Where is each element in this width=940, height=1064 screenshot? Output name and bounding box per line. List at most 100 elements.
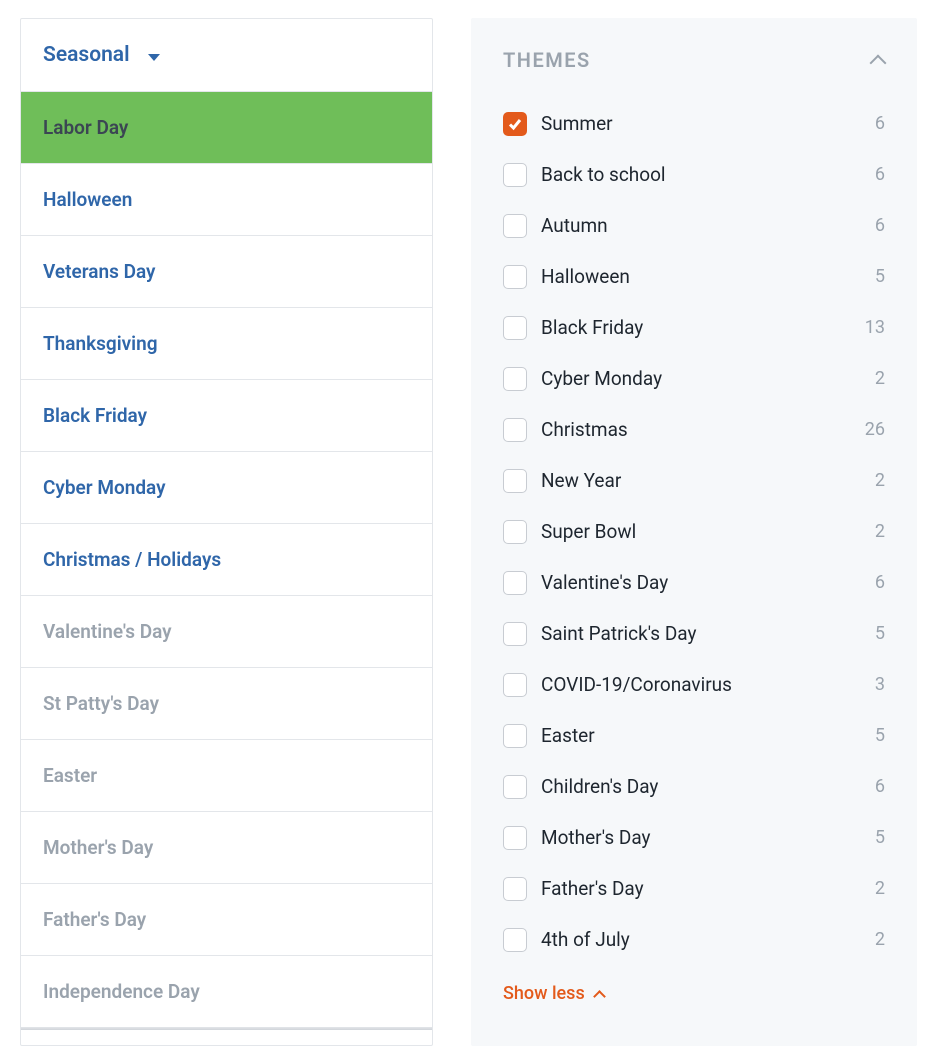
seasonal-item-label: St Patty's Day xyxy=(43,692,159,715)
seasonal-item[interactable]: Thanksgiving xyxy=(21,307,432,379)
theme-label: Children's Day xyxy=(541,775,859,798)
theme-count: 5 xyxy=(859,623,885,644)
theme-count: 6 xyxy=(859,776,885,797)
theme-label: Halloween xyxy=(541,265,859,288)
theme-label: Super Bowl xyxy=(541,520,859,543)
seasonal-item[interactable]: Valentine's Day xyxy=(21,595,432,667)
theme-checkbox[interactable] xyxy=(503,418,527,442)
theme-label: Valentine's Day xyxy=(541,571,859,594)
theme-checkbox[interactable] xyxy=(503,316,527,340)
theme-item[interactable]: New Year2 xyxy=(503,455,885,506)
seasonal-item-label: Black Friday xyxy=(43,404,147,427)
seasonal-item[interactable]: Halloween xyxy=(21,163,432,235)
theme-count: 6 xyxy=(859,164,885,185)
themes-panel: THEMES Summer6Back to school6Autumn6Hall… xyxy=(471,18,917,1046)
seasonal-item[interactable]: Cyber Monday xyxy=(21,451,432,523)
theme-count: 5 xyxy=(859,266,885,287)
theme-checkbox[interactable] xyxy=(503,673,527,697)
theme-label: 4th of July xyxy=(541,928,859,951)
seasonal-item-label: Father's Day xyxy=(43,908,146,931)
theme-item[interactable]: Mother's Day5 xyxy=(503,812,885,863)
seasonal-item-label: Mother's Day xyxy=(43,836,153,859)
seasonal-item[interactable]: Father's Day xyxy=(21,883,432,955)
theme-item[interactable]: 4th of July2 xyxy=(503,914,885,965)
seasonal-item[interactable]: Christmas / Holidays xyxy=(21,523,432,595)
theme-checkbox[interactable] xyxy=(503,520,527,544)
theme-label: COVID-19/Coronavirus xyxy=(541,673,859,696)
seasonal-item[interactable]: Independence Day xyxy=(21,955,432,1027)
theme-checkbox[interactable] xyxy=(503,622,527,646)
show-less-button[interactable]: Show less xyxy=(503,983,885,1004)
theme-checkbox[interactable] xyxy=(503,469,527,493)
theme-item[interactable]: Children's Day6 xyxy=(503,761,885,812)
theme-label: Mother's Day xyxy=(541,826,859,849)
theme-label: Father's Day xyxy=(541,877,859,900)
seasonal-item[interactable]: Easter xyxy=(21,739,432,811)
seasonal-item-label: Independence Day xyxy=(43,980,200,1003)
seasonal-item[interactable]: Black Friday xyxy=(21,379,432,451)
theme-count: 2 xyxy=(859,929,885,950)
seasonal-item-label: Labor Day xyxy=(43,116,128,139)
theme-checkbox[interactable] xyxy=(503,112,527,136)
theme-checkbox[interactable] xyxy=(503,214,527,238)
theme-label: Black Friday xyxy=(541,316,859,339)
theme-checkbox[interactable] xyxy=(503,877,527,901)
chevron-up-icon xyxy=(871,53,885,67)
themes-title: THEMES xyxy=(503,48,591,72)
theme-item[interactable]: Black Friday13 xyxy=(503,302,885,353)
theme-count: 5 xyxy=(859,725,885,746)
seasonal-item-label: Halloween xyxy=(43,188,132,211)
caret-down-icon xyxy=(148,54,160,61)
theme-checkbox[interactable] xyxy=(503,826,527,850)
seasonal-item-label: Easter xyxy=(43,764,97,787)
seasonal-panel: Seasonal Labor Day Halloween Veterans Day T… xyxy=(20,18,433,1046)
theme-count: 6 xyxy=(859,572,885,593)
theme-checkbox[interactable] xyxy=(503,775,527,799)
theme-item[interactable]: Father's Day2 xyxy=(503,863,885,914)
theme-checkbox[interactable] xyxy=(503,928,527,952)
seasonal-item[interactable]: Veterans Day xyxy=(21,235,432,307)
theme-checkbox[interactable] xyxy=(503,163,527,187)
theme-count: 3 xyxy=(859,674,885,695)
seasonal-item-label: Cyber Monday xyxy=(43,476,166,499)
theme-label: Back to school xyxy=(541,163,859,186)
themes-collapse-toggle[interactable]: THEMES xyxy=(503,48,885,72)
theme-item[interactable]: Christmas26 xyxy=(503,404,885,455)
theme-count: 2 xyxy=(859,470,885,491)
seasonal-item[interactable]: Mother's Day xyxy=(21,811,432,883)
seasonal-dropdown-header[interactable]: Seasonal xyxy=(21,19,432,91)
theme-label: Saint Patrick's Day xyxy=(541,622,859,645)
theme-checkbox[interactable] xyxy=(503,571,527,595)
panel-bottom-shadow xyxy=(21,1027,432,1030)
theme-item[interactable]: Super Bowl2 xyxy=(503,506,885,557)
theme-item[interactable]: Easter5 xyxy=(503,710,885,761)
seasonal-item-label: Valentine's Day xyxy=(43,620,172,643)
theme-item[interactable]: Cyber Monday2 xyxy=(503,353,885,404)
theme-count: 13 xyxy=(859,317,885,338)
theme-item[interactable]: Autumn6 xyxy=(503,200,885,251)
theme-item[interactable]: Summer6 xyxy=(503,98,885,149)
theme-label: Autumn xyxy=(541,214,859,237)
theme-label: Christmas xyxy=(541,418,859,441)
chevron-up-icon xyxy=(595,989,605,999)
theme-checkbox[interactable] xyxy=(503,367,527,391)
theme-count: 6 xyxy=(859,113,885,134)
theme-checkbox[interactable] xyxy=(503,724,527,748)
theme-checkbox[interactable] xyxy=(503,265,527,289)
seasonal-item-label: Thanksgiving xyxy=(43,332,158,355)
seasonal-item-label: Veterans Day xyxy=(43,260,155,283)
show-less-label: Show less xyxy=(503,983,585,1004)
theme-label: New Year xyxy=(541,469,859,492)
theme-count: 2 xyxy=(859,878,885,899)
theme-label: Easter xyxy=(541,724,859,747)
seasonal-item-label: Christmas / Holidays xyxy=(43,548,221,571)
theme-item[interactable]: COVID-19/Coronavirus3 xyxy=(503,659,885,710)
theme-item[interactable]: Saint Patrick's Day5 xyxy=(503,608,885,659)
seasonal-header-label: Seasonal xyxy=(43,43,130,67)
theme-label: Cyber Monday xyxy=(541,367,859,390)
theme-item[interactable]: Halloween5 xyxy=(503,251,885,302)
theme-item[interactable]: Back to school6 xyxy=(503,149,885,200)
seasonal-item[interactable]: Labor Day xyxy=(21,91,432,163)
theme-item[interactable]: Valentine's Day6 xyxy=(503,557,885,608)
seasonal-item[interactable]: St Patty's Day xyxy=(21,667,432,739)
